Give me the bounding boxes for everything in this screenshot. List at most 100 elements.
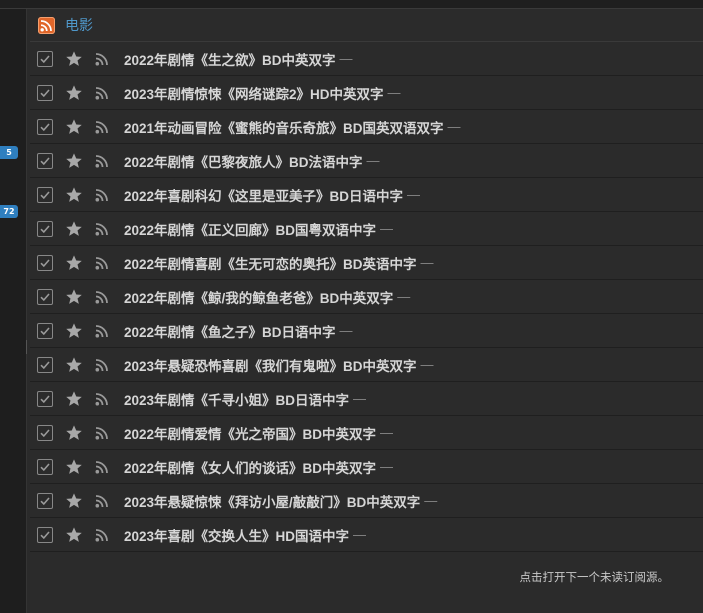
article-title[interactable]: 2023年喜剧《交换人生》HD国语中字 [124, 525, 349, 545]
star-icon[interactable] [65, 152, 83, 170]
article-title[interactable]: 2022年剧情《巴黎夜旅人》BD法语中字 [124, 151, 363, 171]
mark-read-checkbox[interactable] [37, 118, 53, 135]
feed-header: 电影 [30, 9, 703, 42]
article-separator: — [387, 85, 401, 100]
rss-icon [95, 528, 108, 541]
article-title[interactable]: 2022年剧情爱情《光之帝国》BD中英双字 [124, 423, 376, 443]
mark-read-checkbox[interactable] [37, 492, 53, 509]
article-row[interactable]: 2022年剧情《生之欲》BD中英双字 — [30, 42, 703, 76]
article-title[interactable]: 2021年动画冒险《蜜熊的音乐奇旅》BD国英双语双字 [124, 117, 444, 137]
star-icon[interactable] [65, 220, 83, 238]
article-row[interactable]: 2021年动画冒险《蜜熊的音乐奇旅》BD国英双语双字 — [30, 110, 703, 144]
mark-read-checkbox[interactable] [37, 322, 53, 339]
mark-read-checkbox[interactable] [37, 526, 53, 543]
article-separator: — [380, 221, 394, 236]
article-title[interactable]: 2023年悬疑恐怖喜剧《我们有鬼啦》BD中英双字 [124, 355, 417, 375]
unread-count-badge[interactable]: 72 [0, 205, 18, 218]
article-separator: — [353, 527, 367, 542]
article-row[interactable]: 2022年剧情《女人们的谈话》BD中英双字 — [30, 450, 703, 484]
article-row[interactable]: 2023年喜剧《交换人生》HD国语中字 — [30, 518, 703, 552]
mark-read-checkbox[interactable] [37, 288, 53, 305]
article-row[interactable]: 2022年喜剧科幻《这里是亚美子》BD日语中字 — [30, 178, 703, 212]
article-title[interactable]: 2023年剧情惊悚《网络谜踪2》HD中英双字 [124, 83, 384, 103]
rss-icon [95, 494, 108, 507]
article-row[interactable]: 2022年剧情《正义回廊》BD国粤双语中字 — [30, 212, 703, 246]
top-toolbar-strip [0, 0, 703, 9]
rss-icon [95, 120, 108, 133]
article-row[interactable]: 2023年悬疑恐怖喜剧《我们有鬼啦》BD中英双字 — [30, 348, 703, 382]
rss-icon [95, 188, 108, 201]
star-icon[interactable] [65, 492, 83, 510]
article-title[interactable]: 2022年剧情《女人们的谈话》BD中英双字 [124, 457, 376, 477]
article-title[interactable]: 2023年悬疑惊悚《拜访小屋/敲敲门》BD中英双字 [124, 491, 420, 511]
article-title[interactable]: 2023年剧情《千寻小姐》BD日语中字 [124, 389, 349, 409]
footer: 点击打开下一个未读订阅源。 [30, 561, 703, 591]
article-row[interactable]: 2022年剧情喜剧《生无可恋的奥托》BD英语中字 — [30, 246, 703, 280]
rss-icon [95, 86, 108, 99]
star-icon[interactable] [65, 526, 83, 544]
star-icon[interactable] [65, 390, 83, 408]
article-title[interactable]: 2022年剧情《鱼之子》BD日语中字 [124, 321, 336, 341]
rss-icon [95, 426, 108, 439]
mark-read-checkbox[interactable] [37, 458, 53, 475]
article-separator: — [397, 289, 411, 304]
star-icon[interactable] [65, 356, 83, 374]
article-row[interactable]: 2023年剧情惊悚《网络谜踪2》HD中英双字 — [30, 76, 703, 110]
rss-feed-icon [38, 16, 55, 34]
rss-icon [95, 154, 108, 167]
rss-icon [95, 324, 108, 337]
article-title[interactable]: 2022年剧情喜剧《生无可恋的奥托》BD英语中字 [124, 253, 417, 273]
rss-icon [95, 52, 108, 65]
article-row[interactable]: 2023年剧情《千寻小姐》BD日语中字 — [30, 382, 703, 416]
star-icon[interactable] [65, 322, 83, 340]
article-title[interactable]: 2022年喜剧科幻《这里是亚美子》BD日语中字 [124, 185, 403, 205]
article-separator: — [339, 51, 353, 66]
rss-icon [95, 290, 108, 303]
next-unread-feed-link[interactable]: 点击打开下一个未读订阅源。 [520, 569, 670, 585]
article-list: 2022年剧情《生之欲》BD中英双字 —2023年剧情惊悚《网络谜踪2》HD中英双… [30, 42, 703, 552]
article-separator: — [407, 187, 421, 202]
mark-read-checkbox[interactable] [37, 254, 53, 271]
article-row[interactable]: 2022年剧情《鱼之子》BD日语中字 — [30, 314, 703, 348]
article-row[interactable]: 2022年剧情爱情《光之帝国》BD中英双字 — [30, 416, 703, 450]
article-row[interactable]: 2023年悬疑惊悚《拜访小屋/敲敲门》BD中英双字 — [30, 484, 703, 518]
article-title[interactable]: 2022年剧情《生之欲》BD中英双字 [124, 49, 336, 69]
mark-read-checkbox[interactable] [37, 356, 53, 373]
mark-read-checkbox[interactable] [37, 220, 53, 237]
star-icon[interactable] [65, 424, 83, 442]
unread-count-badge[interactable]: 5 [0, 146, 18, 159]
article-row[interactable]: 2022年剧情《鲸/我的鲸鱼老爸》BD中英双字 — [30, 280, 703, 314]
article-separator: — [447, 119, 461, 134]
star-icon[interactable] [65, 186, 83, 204]
rss-icon [95, 392, 108, 405]
mark-read-checkbox[interactable] [37, 50, 53, 67]
mark-read-checkbox[interactable] [37, 390, 53, 407]
article-separator: — [420, 255, 434, 270]
article-list-pane: 电影 2022年剧情《生之欲》BD中英双字 —2023年剧情惊悚《网络谜踪2》HD… [30, 9, 703, 613]
star-icon[interactable] [65, 254, 83, 272]
article-separator: — [353, 391, 367, 406]
article-separator: — [424, 493, 438, 508]
star-icon[interactable] [65, 50, 83, 68]
mark-read-checkbox[interactable] [37, 152, 53, 169]
article-row[interactable]: 2022年剧情《巴黎夜旅人》BD法语中字 — [30, 144, 703, 178]
article-separator: — [380, 425, 394, 440]
article-separator: — [366, 153, 380, 168]
star-icon[interactable] [65, 84, 83, 102]
rss-icon [95, 460, 108, 473]
feed-title[interactable]: 电影 [65, 15, 93, 35]
mark-read-checkbox[interactable] [37, 186, 53, 203]
article-separator: — [339, 323, 353, 338]
article-title[interactable]: 2022年剧情《鲸/我的鲸鱼老爸》BD中英双字 [124, 287, 393, 307]
star-icon[interactable] [65, 458, 83, 476]
rss-icon [95, 222, 108, 235]
star-icon[interactable] [65, 118, 83, 136]
rss-icon [95, 256, 108, 269]
pane-resize-handle[interactable] [26, 340, 29, 354]
star-icon[interactable] [65, 288, 83, 306]
mark-read-checkbox[interactable] [37, 84, 53, 101]
article-title[interactable]: 2022年剧情《正义回廊》BD国粤双语中字 [124, 219, 376, 239]
rss-icon [95, 358, 108, 371]
article-separator: — [380, 459, 394, 474]
mark-read-checkbox[interactable] [37, 424, 53, 441]
